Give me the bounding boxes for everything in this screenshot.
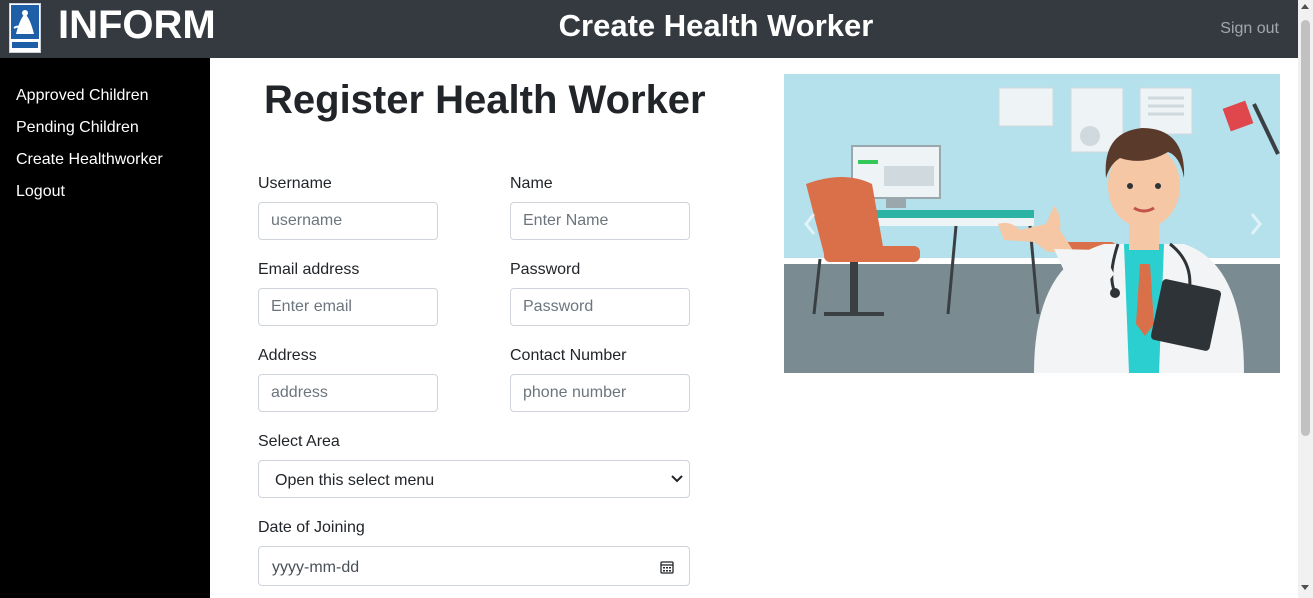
sidebar-item-logout[interactable]: Logout [16,182,65,202]
carousel [784,74,1280,373]
page-title: Create Health Worker [558,8,874,43]
address-label: Address [258,347,317,364]
select-area-label: Select Area [258,433,340,450]
password-label: Password [510,261,581,278]
scroll-down-icon[interactable] [1301,585,1309,590]
password-input[interactable] [510,288,690,326]
contact-number-input[interactable] [510,374,690,412]
address-input[interactable] [258,374,438,412]
sidebar-item-pending-children[interactable]: Pending Children [16,118,139,138]
area-select[interactable]: Open this select menu [258,460,690,498]
area-select-value: Open this select menu [275,472,435,489]
email-input[interactable] [258,288,438,326]
form-title: Register Health Worker [264,78,706,122]
page-scrollbar[interactable] [1298,0,1313,598]
date-of-joining-input[interactable]: yyyy-mm-dd [258,546,690,586]
date-of-joining-label: Date of Joining [258,519,365,536]
username-input[interactable] [258,202,438,240]
name-label: Name [510,175,553,192]
contact-number-label: Contact Number [510,347,627,364]
name-input[interactable] [510,202,690,240]
scroll-up-icon[interactable] [1301,4,1309,9]
sidebar-item-create-healthworker[interactable]: Create Healthworker [16,150,163,170]
chevron-down-icon [669,470,685,488]
scrollbar-thumb[interactable] [1301,20,1310,436]
date-placeholder: yyyy-mm-dd [272,559,360,576]
calendar-icon[interactable] [659,559,675,575]
sidebar: Approved Children Pending Children Creat… [0,58,210,598]
top-navbar: INFORM Create Health Worker Sign out [0,0,1313,58]
username-label: Username [258,175,332,192]
doctor-illustration [784,74,1280,373]
sign-out-link[interactable]: Sign out [1220,19,1279,39]
sidebar-item-approved-children[interactable]: Approved Children [16,86,149,106]
email-label: Email address [258,261,360,278]
